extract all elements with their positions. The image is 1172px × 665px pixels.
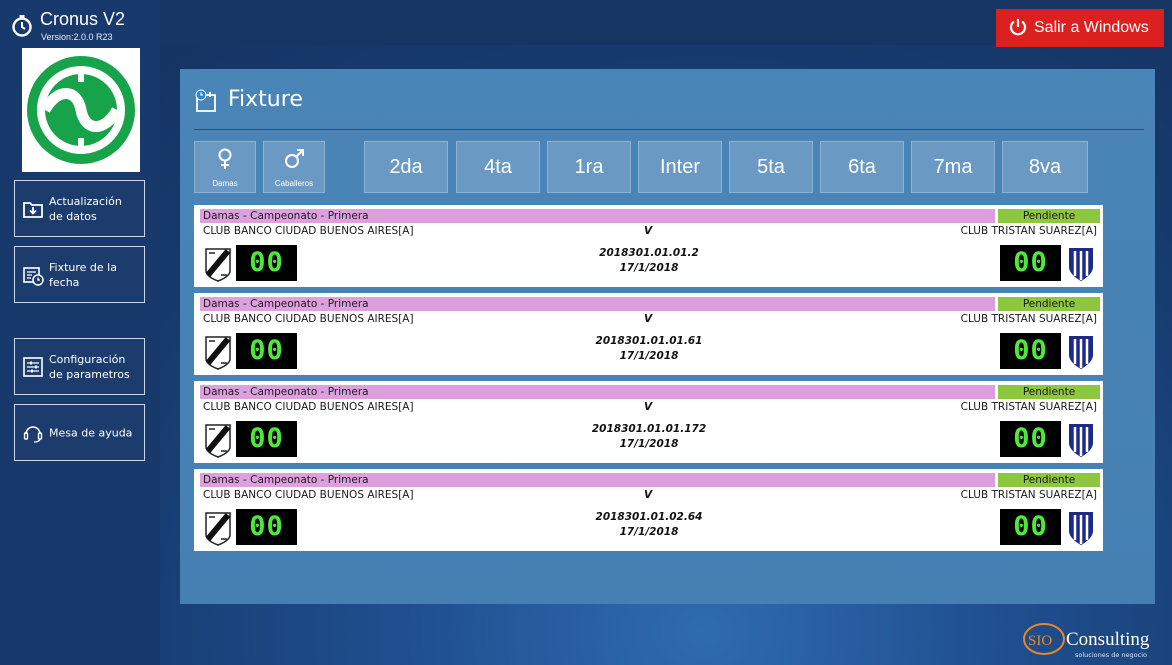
versus-label: V [644,489,653,501]
sidebar: Cronus V2 Version:2.0.0 R23 Actualizació… [0,0,160,665]
svg-text:Consulting: Consulting [1066,629,1150,650]
status-badge: Pendiente [998,209,1100,223]
match-category: Damas - Campeonato - Primera [200,473,995,487]
away-score: 00 [1000,421,1061,457]
match-code: 2018301.01.01.61 [595,335,703,347]
away-team: CLUB TRISTAN SUAREZ[A] [960,489,1097,501]
match-card[interactable]: Damas - Campeonato - Primera Pendiente C… [194,469,1103,551]
sidebar-item-fixture-fecha[interactable]: Fixture de la fecha [14,246,145,303]
power-icon [1009,19,1027,36]
home-score: 00 [236,333,297,369]
versus-label: V [644,313,653,325]
category-7ma-button[interactable]: 7ma [911,141,995,193]
match-category: Damas - Campeonato - Primera [200,209,995,223]
filter-caballeros-button[interactable]: Caballeros [263,141,325,193]
away-team: CLUB TRISTAN SUAREZ[A] [960,313,1097,325]
category-2da-button[interactable]: 2da [364,141,448,193]
away-score: 00 [1000,509,1061,545]
calendar-icon [195,89,216,112]
home-team: CLUB BANCO CIUDAD BUENOS AIRES[A] [203,489,414,501]
download-folder-icon [23,201,43,218]
sidebar-item-label: Fixture de la fecha [49,260,117,289]
match-card[interactable]: Damas - Campeonato - Primera Pendiente C… [194,381,1103,463]
app-version: Version:2.0.0 R23 [41,32,113,42]
svg-text:SIO: SIO [1028,633,1052,649]
status-badge: Pendiente [998,473,1100,487]
match-card[interactable]: Damas - Campeonato - Primera Pendiente C… [194,293,1103,375]
sidebar-item-actualizacion[interactable]: Actualización de datos [14,180,145,237]
home-team: CLUB BANCO CIUDAD BUENOS AIRES[A] [203,225,414,237]
category-4ta-button[interactable]: 4ta [456,141,540,193]
home-team-crest [205,248,231,282]
away-team-crest [1069,336,1093,369]
home-team-crest [205,336,231,370]
sidebar-item-configuracion[interactable]: Configuración de parametros [14,338,145,395]
exit-label: Salir a Windows [1034,19,1149,36]
female-symbol-icon [218,148,232,169]
away-team: CLUB TRISTAN SUAREZ[A] [960,225,1097,237]
home-team-crest [205,424,231,458]
status-badge: Pendiente [998,297,1100,311]
home-team-crest [205,512,231,546]
match-code: 2018301.01.01.2 [599,247,699,259]
filter-damas-button[interactable]: Damas [194,141,256,193]
home-team: CLUB BANCO CIUDAD BUENOS AIRES[A] [203,401,414,413]
versus-label: V [644,401,653,413]
home-score: 00 [236,509,297,545]
fixture-panel: Fixture Damas Caballeros 2da 4ta 1ra Int… [180,69,1155,604]
match-card[interactable]: Damas - Campeonato - Primera Pendiente C… [194,205,1103,287]
app-title: Cronus V2 [40,9,126,29]
category-6ta-button[interactable]: 6ta [820,141,904,193]
organization-logo [22,48,140,172]
away-team-crest [1069,512,1093,545]
versus-label: V [644,225,653,237]
svg-text:soluciones de negocio: soluciones de negocio [1075,651,1147,659]
exit-to-windows-button[interactable]: Salir a Windows [996,9,1164,47]
category-1ra-button[interactable]: 1ra [547,141,631,193]
match-date: 17/1/2018 [619,350,679,362]
divider [194,129,1144,130]
page-title: Fixture [228,87,303,112]
away-score: 00 [1000,333,1061,369]
match-category: Damas - Campeonato - Primera [200,385,995,399]
match-date: 17/1/2018 [619,526,679,538]
match-code: 2018301.01.02.64 [595,511,703,523]
away-team-crest [1069,424,1093,457]
away-score: 00 [1000,245,1061,281]
away-team: CLUB TRISTAN SUAREZ[A] [960,401,1097,413]
category-5ta-button[interactable]: 5ta [729,141,813,193]
match-date: 17/1/2018 [619,262,679,274]
match-date: 17/1/2018 [619,438,679,450]
sidebar-item-label: Actualización de datos [49,194,122,223]
status-badge: Pendiente [998,385,1100,399]
sidebar-item-label: Configuración de parametros [49,352,130,381]
match-category: Damas - Campeonato - Primera [200,297,995,311]
headset-icon [23,425,43,443]
sidebar-item-mesa-ayuda[interactable]: Mesa de ayuda [14,404,145,461]
filter-label: Caballeros [274,179,314,188]
top-bar: Salir a Windows [160,0,1172,47]
male-symbol-icon [285,149,304,168]
category-inter-button[interactable]: Inter [638,141,722,193]
home-score: 00 [236,245,297,281]
match-code: 2018301.01.01.172 [591,423,707,435]
category-8va-button[interactable]: 8va [1002,141,1088,193]
stopwatch-icon [12,15,32,37]
filter-label: Damas [212,179,238,188]
sidebar-item-label: Mesa de ayuda [49,426,133,439]
settings-sliders-icon [23,356,43,377]
home-score: 00 [236,421,297,457]
home-team: CLUB BANCO CIUDAD BUENOS AIRES[A] [203,313,414,325]
calendar-clock-icon [23,266,44,286]
sio-consulting-logo: SIO Consulting soluciones de negocio [1023,623,1150,659]
away-team-crest [1069,248,1093,281]
